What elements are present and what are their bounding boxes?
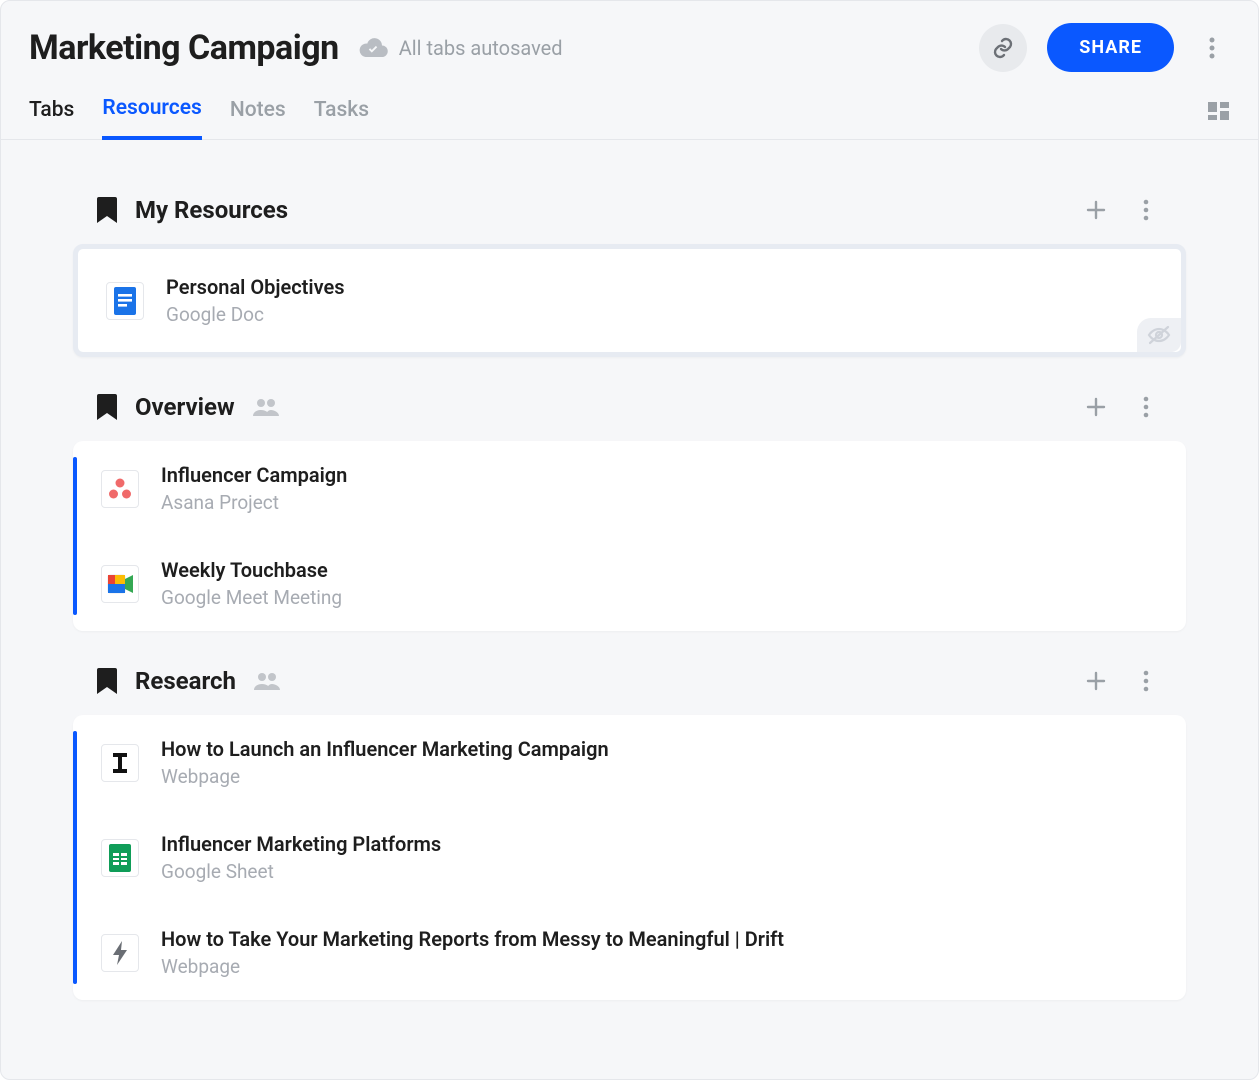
- content-body: My Resources: [1, 140, 1258, 1040]
- tabs-bar: Tabs Resources Notes Tasks: [1, 82, 1258, 140]
- resource-subtitle: Asana Project: [161, 491, 347, 514]
- autosave-label: All tabs autosaved: [399, 36, 563, 60]
- resource-title: Weekly Touchbase: [161, 558, 342, 582]
- resource-row[interactable]: Personal Objectives Google Doc: [78, 253, 1181, 348]
- resource-text: Influencer Campaign Asana Project: [161, 463, 347, 514]
- google-doc-icon: [106, 282, 144, 320]
- section-overview: Overview: [73, 391, 1186, 631]
- more-vertical-icon: [1143, 670, 1149, 692]
- section-header: Overview: [73, 391, 1186, 423]
- people-icon: [253, 398, 279, 416]
- google-meet-icon: [101, 565, 139, 603]
- section-more-button[interactable]: [1130, 194, 1162, 226]
- resource-row[interactable]: How to Take Your Marketing Reports from …: [73, 905, 1186, 1000]
- page-title: Marketing Campaign: [29, 28, 339, 68]
- resource-title: Personal Objectives: [166, 275, 345, 299]
- copy-link-button[interactable]: [979, 24, 1027, 72]
- share-button[interactable]: SHARE: [1047, 23, 1174, 72]
- visibility-badge[interactable]: [1137, 318, 1181, 352]
- resource-text: Influencer Marketing Platforms Google Sh…: [161, 832, 441, 883]
- resource-text: Personal Objectives Google Doc: [166, 275, 345, 326]
- section-more-button[interactable]: [1130, 391, 1162, 423]
- tab-notes[interactable]: Notes: [230, 84, 286, 138]
- resource-row[interactable]: Weekly Touchbase Google Meet Meeting: [73, 536, 1186, 631]
- section-header: Research: [73, 665, 1186, 697]
- resource-row[interactable]: How to Launch an Influencer Marketing Ca…: [73, 715, 1186, 810]
- section-header: My Resources: [73, 194, 1186, 226]
- section-title: Overview: [135, 393, 235, 421]
- resource-text: Weekly Touchbase Google Meet Meeting: [161, 558, 342, 609]
- plus-icon: [1086, 397, 1106, 417]
- resource-subtitle: Google Sheet: [161, 860, 441, 883]
- header-more-button[interactable]: [1194, 24, 1230, 72]
- plus-icon: [1086, 671, 1106, 691]
- app-window: Marketing Campaign All tabs autosaved SH…: [0, 0, 1259, 1080]
- resource-text: How to Take Your Marketing Reports from …: [161, 927, 784, 978]
- resource-title: How to Take Your Marketing Reports from …: [161, 927, 784, 951]
- resource-card: How to Launch an Influencer Marketing Ca…: [73, 715, 1186, 1000]
- bookmark-icon: [97, 668, 117, 694]
- bookmark-icon: [97, 394, 117, 420]
- section-title: My Resources: [135, 196, 288, 224]
- section-add-button[interactable]: [1080, 665, 1112, 697]
- resource-subtitle: Google Doc: [166, 303, 345, 326]
- resource-subtitle: Webpage: [161, 765, 609, 788]
- more-vertical-icon: [1143, 199, 1149, 221]
- layout-toggle-button[interactable]: [1208, 100, 1230, 122]
- resource-title: Influencer Campaign: [161, 463, 347, 487]
- people-icon: [254, 672, 280, 690]
- tab-tabs[interactable]: Tabs: [29, 84, 74, 138]
- plus-icon: [1086, 200, 1106, 220]
- header: Marketing Campaign All tabs autosaved SH…: [1, 1, 1258, 82]
- tab-tasks[interactable]: Tasks: [314, 84, 369, 138]
- resource-row[interactable]: Influencer Campaign Asana Project: [73, 441, 1186, 536]
- link-icon: [991, 36, 1015, 60]
- more-vertical-icon: [1209, 37, 1215, 59]
- resource-title: How to Launch an Influencer Marketing Ca…: [161, 737, 609, 761]
- google-sheet-icon: [101, 839, 139, 877]
- more-vertical-icon: [1143, 396, 1149, 418]
- section-add-button[interactable]: [1080, 194, 1112, 226]
- asana-icon: [101, 470, 139, 508]
- resource-subtitle: Webpage: [161, 955, 784, 978]
- bookmark-icon: [97, 197, 117, 223]
- resource-card: Personal Objectives Google Doc: [73, 244, 1186, 357]
- eye-off-icon: [1147, 325, 1171, 345]
- section-my-resources: My Resources: [73, 194, 1186, 357]
- cloud-check-icon: [359, 37, 389, 59]
- resource-card: Influencer Campaign Asana Project: [73, 441, 1186, 631]
- resource-text: How to Launch an Influencer Marketing Ca…: [161, 737, 609, 788]
- letter-i-icon: [101, 744, 139, 782]
- resource-subtitle: Google Meet Meeting: [161, 586, 342, 609]
- tab-resources[interactable]: Resources: [102, 82, 201, 140]
- autosave-status: All tabs autosaved: [359, 36, 563, 60]
- section-add-button[interactable]: [1080, 391, 1112, 423]
- resource-title: Influencer Marketing Platforms: [161, 832, 441, 856]
- section-title: Research: [135, 667, 236, 695]
- section-more-button[interactable]: [1130, 665, 1162, 697]
- resource-row[interactable]: Influencer Marketing Platforms Google Sh…: [73, 810, 1186, 905]
- grid-icon: [1208, 100, 1230, 122]
- bolt-icon: [101, 934, 139, 972]
- section-research: Research: [73, 665, 1186, 1000]
